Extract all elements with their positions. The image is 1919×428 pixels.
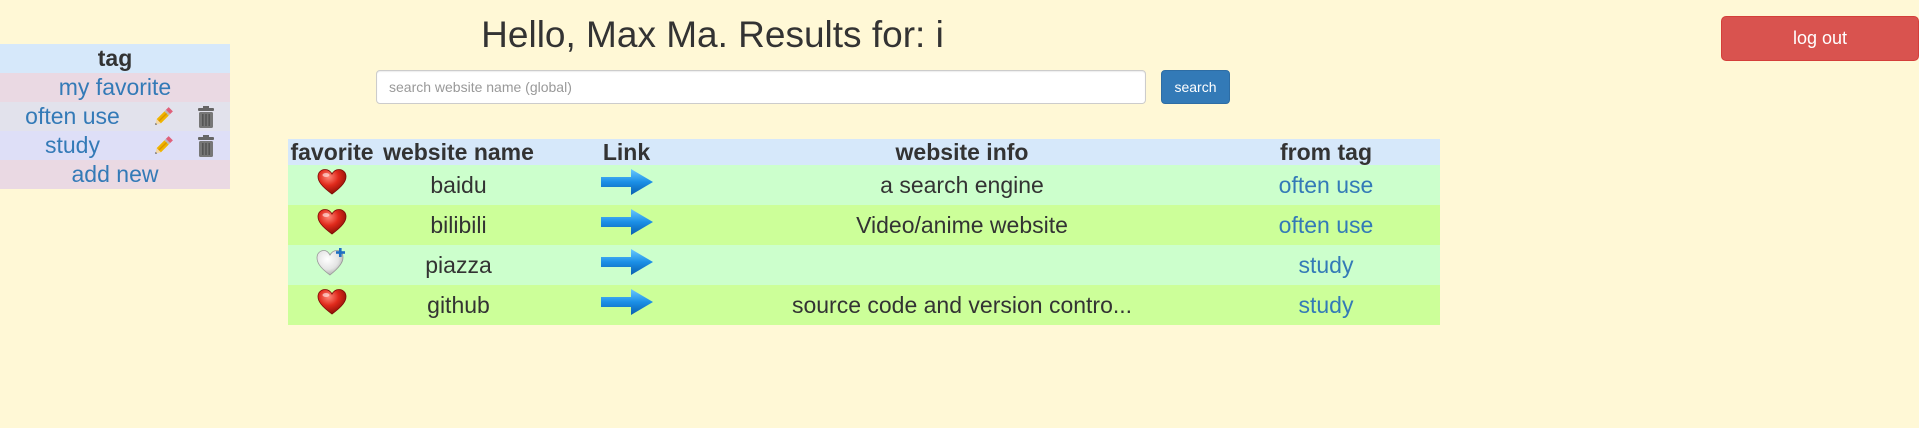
- add-new-tag-link[interactable]: add new: [0, 160, 230, 189]
- from-tag-link[interactable]: often use: [1279, 212, 1374, 238]
- column-header-from-tag: from tag: [1280, 138, 1372, 165]
- favorite-cell: [288, 288, 376, 322]
- logout-button[interactable]: log out: [1721, 16, 1919, 61]
- link-cell: [541, 247, 712, 283]
- column-header-website-info: website info: [895, 138, 1029, 165]
- favorite-cell: [288, 168, 376, 202]
- from-tag-cell: often use: [1212, 172, 1440, 199]
- website-name: bilibili: [430, 211, 487, 238]
- favorite-cell: [288, 247, 376, 283]
- arrow-right-icon[interactable]: [599, 247, 655, 283]
- arrow-right-icon[interactable]: [599, 287, 655, 323]
- favorite-cell: [288, 208, 376, 242]
- link-cell: [541, 207, 712, 243]
- website-info: source code and version contro...: [791, 291, 1133, 318]
- column-header-favorite: favorite: [290, 138, 374, 165]
- website-info: Video/anime website: [856, 211, 1068, 238]
- link-cell: [541, 167, 712, 203]
- from-tag-cell: often use: [1212, 212, 1440, 239]
- heart-add-icon[interactable]: [316, 247, 348, 283]
- pencil-icon[interactable]: [151, 105, 175, 129]
- arrow-right-icon[interactable]: [599, 207, 655, 243]
- sidebar-item-often-use[interactable]: often use: [0, 102, 230, 131]
- from-tag-cell: study: [1212, 252, 1440, 279]
- heart-icon[interactable]: [317, 208, 347, 242]
- results-table: favorite website name Link website info …: [288, 139, 1440, 325]
- trash-icon[interactable]: [194, 105, 218, 129]
- from-tag-link[interactable]: study: [1299, 252, 1354, 278]
- table-header-row: favorite website name Link website info …: [288, 139, 1440, 165]
- table-row: piazza study: [288, 245, 1440, 285]
- from-tag-cell: study: [1212, 292, 1440, 319]
- tag-sidebar: tag my favorite often use study add new: [0, 44, 230, 189]
- arrow-right-icon[interactable]: [599, 167, 655, 203]
- sidebar-item-my-favorite[interactable]: my favorite: [0, 73, 230, 102]
- heart-icon[interactable]: [317, 288, 347, 322]
- sidebar-item-label[interactable]: often use: [0, 102, 145, 131]
- website-info: a search engine: [880, 171, 1044, 198]
- sidebar-item-label[interactable]: study: [0, 131, 145, 160]
- table-row: baidu a search engine often use: [288, 165, 1440, 205]
- search-input[interactable]: [376, 70, 1146, 104]
- from-tag-link[interactable]: study: [1299, 292, 1354, 318]
- link-cell: [541, 287, 712, 323]
- website-name: piazza: [425, 251, 492, 278]
- from-tag-link[interactable]: often use: [1279, 172, 1374, 198]
- page-title: Hello, Max Ma. Results for: i: [481, 14, 944, 55]
- table-row: github source code and version contro...: [288, 285, 1440, 325]
- pencil-icon[interactable]: [151, 134, 175, 158]
- table-row: bilibili Video/anime website often use: [288, 205, 1440, 245]
- column-header-link: Link: [602, 138, 651, 165]
- website-name: github: [427, 291, 490, 318]
- trash-icon[interactable]: [194, 134, 218, 158]
- website-name: baidu: [430, 171, 487, 198]
- search-button[interactable]: search: [1161, 70, 1230, 104]
- sidebar-item-study[interactable]: study: [0, 131, 230, 160]
- heart-icon[interactable]: [317, 168, 347, 202]
- column-header-website-name: website name: [383, 138, 534, 165]
